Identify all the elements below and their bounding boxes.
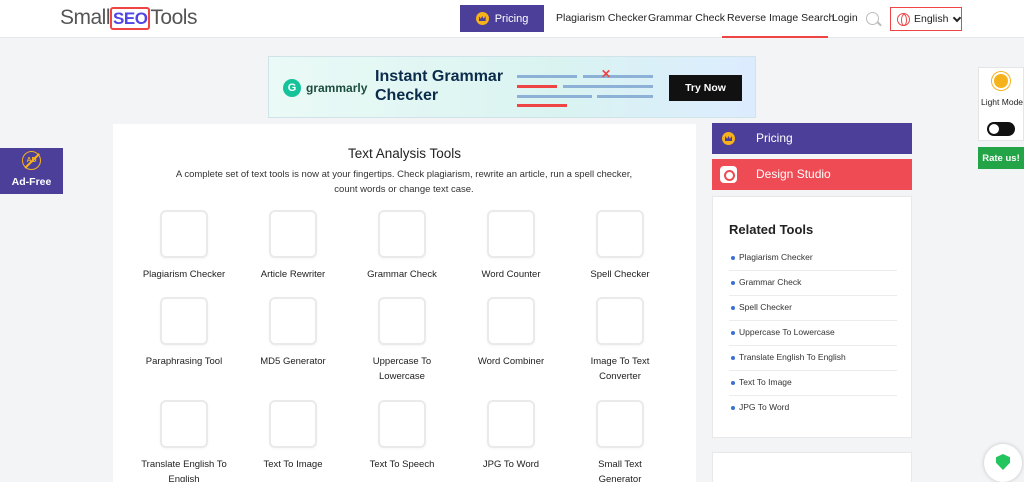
tool-icon xyxy=(378,400,426,448)
no-ads-icon: AD xyxy=(22,151,41,170)
nav-plagiarism-checker[interactable]: Plagiarism Checker xyxy=(556,12,647,24)
ad-illustration: ✕ xyxy=(517,67,657,107)
close-icon: ✕ xyxy=(601,67,612,81)
related-tools-panel: Related Tools Plagiarism Checker Grammar… xyxy=(712,196,912,438)
related-tool-item[interactable]: Spell Checker xyxy=(729,296,897,321)
bullet-icon xyxy=(731,331,735,335)
related-tool-item[interactable]: Plagiarism Checker xyxy=(729,246,897,271)
tool-icon xyxy=(160,210,208,258)
tool-icon xyxy=(596,297,644,345)
tool-icon xyxy=(487,210,535,258)
tool-icon xyxy=(596,210,644,258)
bullet-icon xyxy=(731,406,735,410)
nav-login[interactable]: Login xyxy=(832,12,858,24)
nav-pricing-button[interactable]: Pricing xyxy=(460,5,544,32)
ad-brand: grammarly xyxy=(306,81,368,95)
search-icon[interactable] xyxy=(866,12,879,25)
page-title: Text Analysis Tools xyxy=(347,146,462,161)
tool-icon xyxy=(160,400,208,448)
tool-icon xyxy=(160,297,208,345)
grammarly-logo-icon: G xyxy=(283,79,301,97)
crown-icon xyxy=(722,132,735,145)
sidebar-pricing-button[interactable]: Pricing xyxy=(712,123,912,154)
tool-icon xyxy=(269,400,317,448)
shield-icon xyxy=(996,454,1010,470)
bullet-icon xyxy=(731,381,735,385)
grammarly-ad-banner[interactable]: G grammarly Instant Grammar Checker ✕ Tr… xyxy=(268,56,756,118)
nav-reverse-image-search[interactable]: Reverse Image Search xyxy=(727,12,834,24)
related-tool-item[interactable]: Translate English To English xyxy=(729,346,897,371)
bullet-icon xyxy=(731,281,735,285)
related-tool-item[interactable]: Text To Image xyxy=(729,371,897,396)
light-mode-widget: Light Mode xyxy=(978,67,1024,141)
globe-icon xyxy=(897,12,910,26)
nav-grammar-check[interactable]: Grammar Check xyxy=(648,12,725,24)
light-mode-toggle[interactable] xyxy=(987,122,1015,136)
text-analysis-panel: Text Analysis Tools A complete set of te… xyxy=(113,124,696,482)
bullet-icon xyxy=(731,256,735,260)
rate-us-button[interactable]: Rate us! xyxy=(978,147,1024,169)
ad-free-badge[interactable]: AD Ad-Free xyxy=(0,148,63,194)
tool-icon xyxy=(269,210,317,258)
design-studio-icon xyxy=(720,166,737,183)
related-tool-item[interactable]: Uppercase To Lowercase xyxy=(729,321,897,346)
ad-title: Instant Grammar Checker xyxy=(375,68,504,104)
related-tool-item[interactable]: JPG To Word xyxy=(729,396,897,421)
tool-icon xyxy=(487,400,535,448)
nav-active-indicator xyxy=(722,36,828,38)
site-header: Small SEO Tools Pricing Plagiarism Checker… xyxy=(0,0,1024,38)
language-selector[interactable]: English xyxy=(890,7,962,31)
tool-icon xyxy=(378,297,426,345)
sidebar-next-panel xyxy=(712,452,912,482)
related-tool-item[interactable]: Grammar Check xyxy=(729,271,897,296)
security-badge[interactable] xyxy=(984,444,1022,482)
tool-icon xyxy=(378,210,426,258)
tool-icon xyxy=(269,297,317,345)
page-description: A complete set of text tools is now at y… xyxy=(175,169,633,195)
related-tools-title: Related Tools xyxy=(729,222,814,237)
tool-icon xyxy=(487,297,535,345)
bullet-icon xyxy=(731,306,735,310)
sun-icon xyxy=(994,74,1008,88)
site-logo[interactable]: Small SEO Tools xyxy=(60,6,197,30)
chevron-down-icon xyxy=(953,13,962,22)
try-now-button[interactable]: Try Now xyxy=(669,75,742,101)
sidebar-design-studio-button[interactable]: Design Studio xyxy=(712,159,912,190)
tool-icon xyxy=(596,400,644,448)
bullet-icon xyxy=(731,356,735,360)
crown-icon xyxy=(475,12,489,25)
